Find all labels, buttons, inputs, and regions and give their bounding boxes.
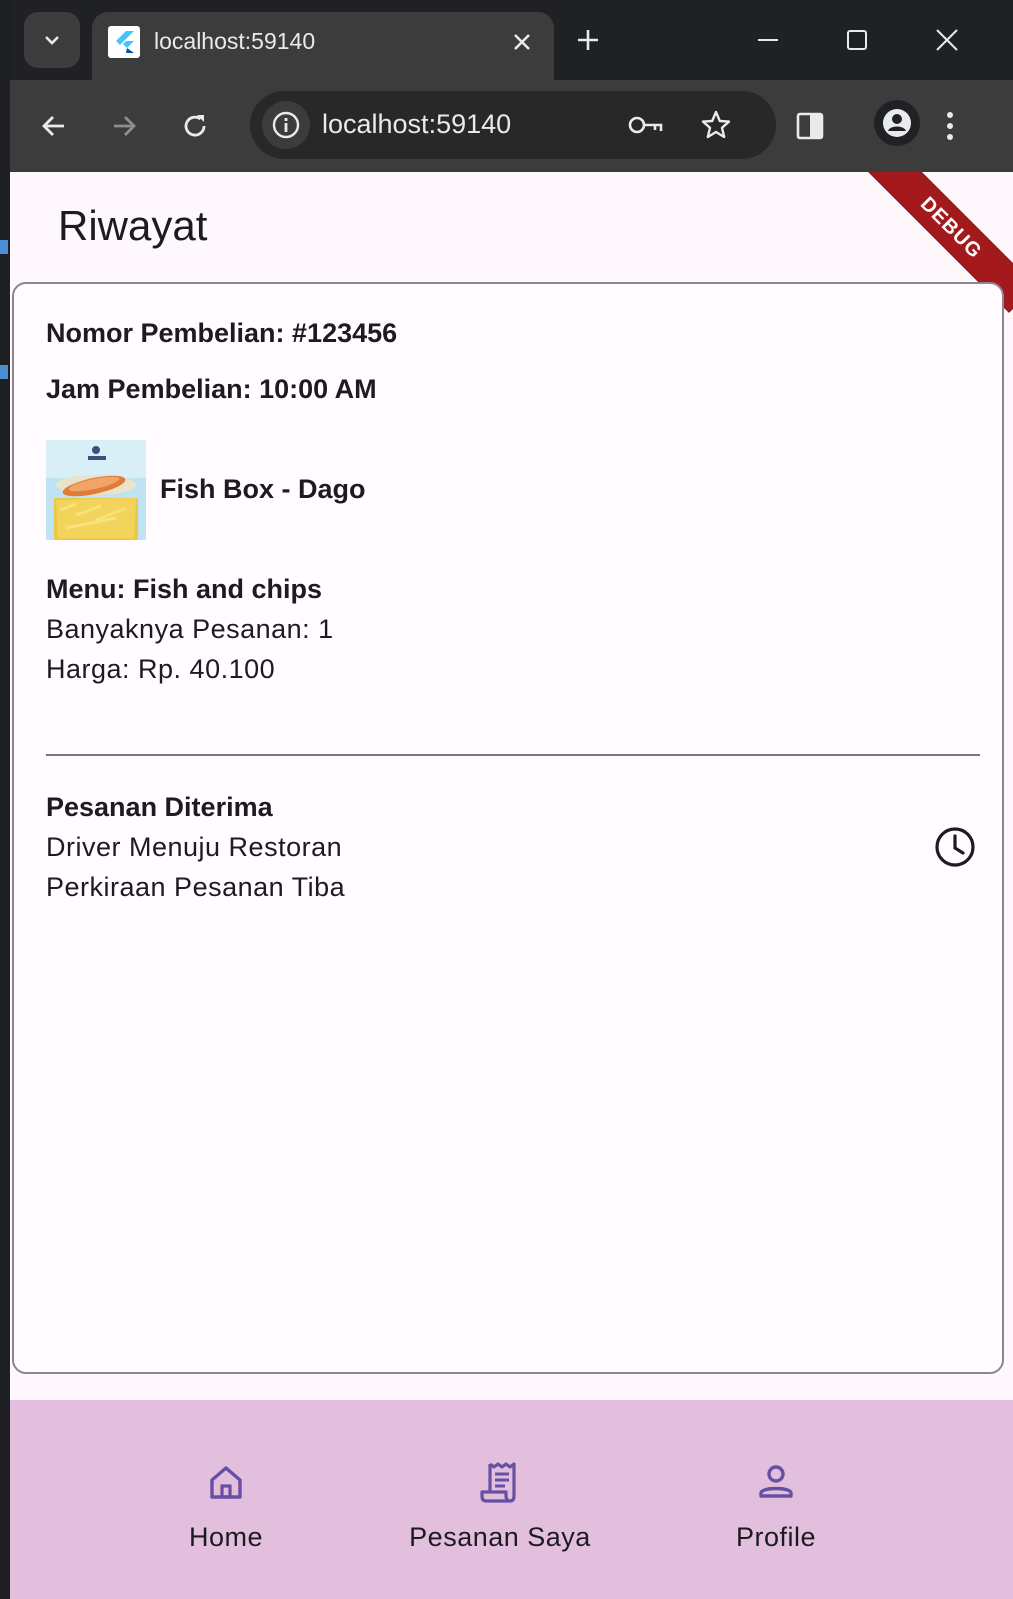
key-icon xyxy=(628,116,663,134)
receipt-icon xyxy=(480,1462,516,1503)
status-eta: Perkiraan Pesanan Tiba xyxy=(46,872,346,902)
reload-button[interactable] xyxy=(171,102,219,150)
forward-button[interactable] xyxy=(100,102,148,150)
more-vertical-icon xyxy=(947,112,953,140)
status-title: Pesanan Diterima xyxy=(46,792,273,822)
minimize-icon xyxy=(758,39,778,41)
left-edge xyxy=(0,0,10,1599)
bookmark-button[interactable] xyxy=(692,101,740,149)
arrow-left-icon xyxy=(42,116,64,136)
status-driver: Driver Menuju Restoran xyxy=(46,832,343,862)
browser-toolbar: localhost:59140 xyxy=(10,80,1013,172)
nav-home[interactable]: Home xyxy=(76,1400,376,1599)
browser-menu-button[interactable] xyxy=(926,102,974,150)
page-title: Riwayat xyxy=(58,202,208,249)
person-icon xyxy=(759,1465,793,1498)
order-number: Nomor Pembelian: #123456 xyxy=(46,318,398,348)
nav-label: Home xyxy=(188,1522,264,1552)
order-price: Harga: Rp. 40.100 xyxy=(46,654,276,684)
clock-icon xyxy=(935,827,975,867)
home-icon xyxy=(210,1466,242,1499)
password-key-button[interactable] xyxy=(622,101,670,149)
arrow-right-icon xyxy=(114,116,136,136)
close-tab-button[interactable] xyxy=(502,22,542,62)
maximize-button[interactable] xyxy=(827,12,887,68)
minimize-button[interactable] xyxy=(738,12,798,68)
close-window-button[interactable] xyxy=(917,12,977,68)
order-quantity: Banyaknya Pesanan: 1 xyxy=(46,614,334,644)
back-button[interactable] xyxy=(30,102,78,150)
url-text[interactable]: localhost:59140 xyxy=(322,109,511,140)
edge-marker xyxy=(0,365,8,379)
info-icon xyxy=(272,111,300,139)
close-icon xyxy=(514,34,530,50)
tab-title: localhost:59140 xyxy=(154,28,316,54)
order-time: Jam Pembelian: 10:00 AM xyxy=(46,374,377,404)
maximize-icon xyxy=(847,30,867,50)
browser-window: localhost:59140 localhost:59140 Riwayat … xyxy=(0,0,1013,1599)
star-icon xyxy=(701,110,731,139)
profile-avatar-button[interactable] xyxy=(874,100,920,146)
restaurant-image xyxy=(46,440,146,540)
divider xyxy=(46,754,980,756)
tab-search-button[interactable] xyxy=(24,12,80,68)
plus-icon xyxy=(578,30,598,50)
reload-icon xyxy=(184,115,206,137)
side-panel-icon xyxy=(796,112,824,140)
nav-profile[interactable]: Profile xyxy=(626,1400,926,1599)
tab-strip: localhost:59140 xyxy=(10,0,1013,80)
close-icon xyxy=(936,29,958,51)
address-bar[interactable]: localhost:59140 xyxy=(250,91,776,159)
site-info-button[interactable] xyxy=(262,101,310,149)
order-history-card[interactable]: Nomor Pembelian: #123456 Jam Pembelian: … xyxy=(12,282,1004,1374)
nav-label: Profile xyxy=(735,1522,817,1552)
edge-marker xyxy=(0,240,8,254)
menu-name: Menu: Fish and chips xyxy=(46,574,323,604)
nav-label: Pesanan Saya xyxy=(409,1522,591,1552)
side-panel-button[interactable] xyxy=(786,102,834,150)
flutter-icon xyxy=(108,26,140,58)
person-icon xyxy=(883,109,911,137)
nav-pesanan-saya[interactable]: Pesanan Saya xyxy=(350,1400,650,1599)
browser-tab[interactable]: localhost:59140 xyxy=(92,12,554,80)
bottom-navigation: Home Pesanan Saya Profile xyxy=(10,1400,1013,1599)
restaurant-name: Fish Box - Dago xyxy=(160,474,366,504)
app-viewport: Riwayat DEBUG Nomor Pembelian: #123456 J… xyxy=(10,172,1013,1599)
new-tab-button[interactable] xyxy=(566,18,610,62)
chevron-down-icon xyxy=(45,36,59,45)
